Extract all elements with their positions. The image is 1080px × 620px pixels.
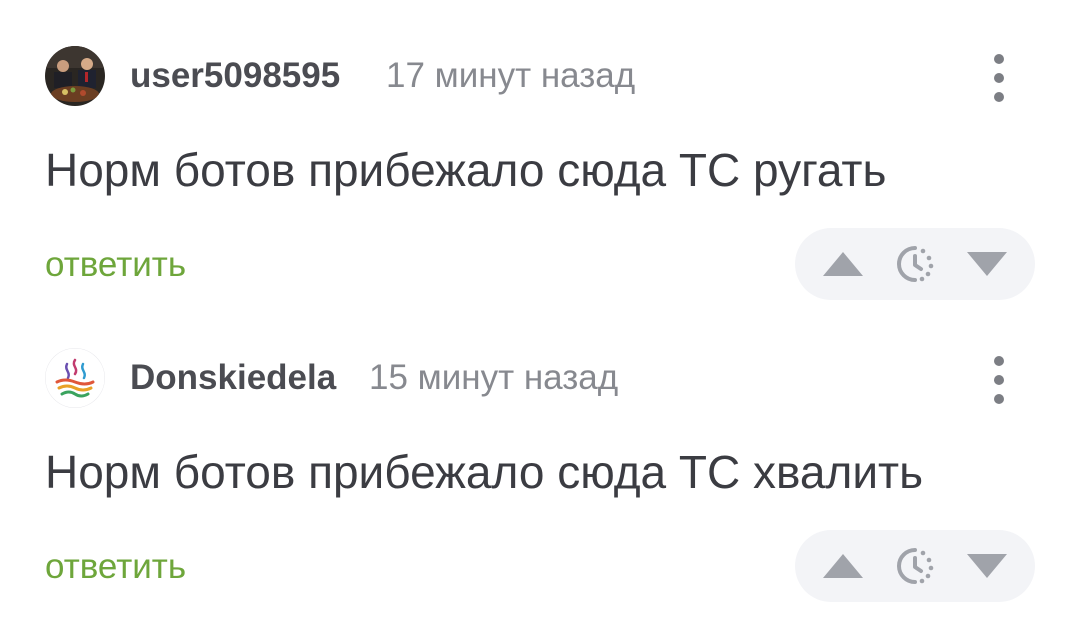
more-vertical-icon bbox=[994, 54, 1004, 64]
clock-icon bbox=[897, 548, 934, 584]
triangle-down-icon bbox=[967, 554, 1007, 578]
user-avatar-photo bbox=[45, 46, 105, 106]
username[interactable]: Donskiedela bbox=[130, 358, 336, 398]
more-vertical-icon-dot bbox=[994, 375, 1004, 385]
comment-text: Норм ботов прибежало сюда ТС ругать bbox=[45, 144, 887, 196]
reply-link[interactable]: ответить bbox=[45, 546, 186, 588]
rating-button[interactable] bbox=[892, 544, 938, 588]
more-vertical-icon-dot bbox=[994, 92, 1004, 102]
logo-avatar bbox=[45, 348, 105, 408]
username[interactable]: user5098595 bbox=[130, 56, 340, 96]
avatar[interactable] bbox=[45, 348, 105, 408]
more-vertical-icon-dot bbox=[994, 73, 1004, 83]
clock-icon bbox=[897, 246, 934, 282]
rating-button[interactable] bbox=[892, 242, 938, 286]
more-options-button[interactable] bbox=[982, 352, 1016, 408]
comment-text: Норм ботов прибежало сюда ТС хвалить bbox=[45, 446, 924, 498]
triangle-down-icon bbox=[967, 252, 1007, 276]
more-options-button[interactable] bbox=[982, 50, 1016, 106]
vote-controls bbox=[795, 228, 1035, 300]
comment: user5098595 17 минут назад Норм ботов пр… bbox=[0, 0, 1080, 300]
triangle-up-icon bbox=[823, 554, 863, 578]
avatar[interactable] bbox=[45, 46, 105, 106]
downvote-button[interactable] bbox=[964, 242, 1010, 286]
timestamp: 17 минут назад bbox=[386, 56, 636, 95]
upvote-button[interactable] bbox=[820, 242, 866, 286]
upvote-button[interactable] bbox=[820, 544, 866, 588]
comment: Donskiedela 15 минут назад Норм ботов пр… bbox=[0, 302, 1080, 602]
timestamp: 15 минут назад bbox=[369, 358, 619, 397]
reply-link[interactable]: ответить bbox=[45, 244, 186, 286]
downvote-button[interactable] bbox=[964, 544, 1010, 588]
more-vertical-icon-dot bbox=[994, 394, 1004, 404]
more-vertical-icon bbox=[994, 356, 1004, 366]
vote-controls bbox=[795, 530, 1035, 602]
triangle-up-icon bbox=[823, 252, 863, 276]
